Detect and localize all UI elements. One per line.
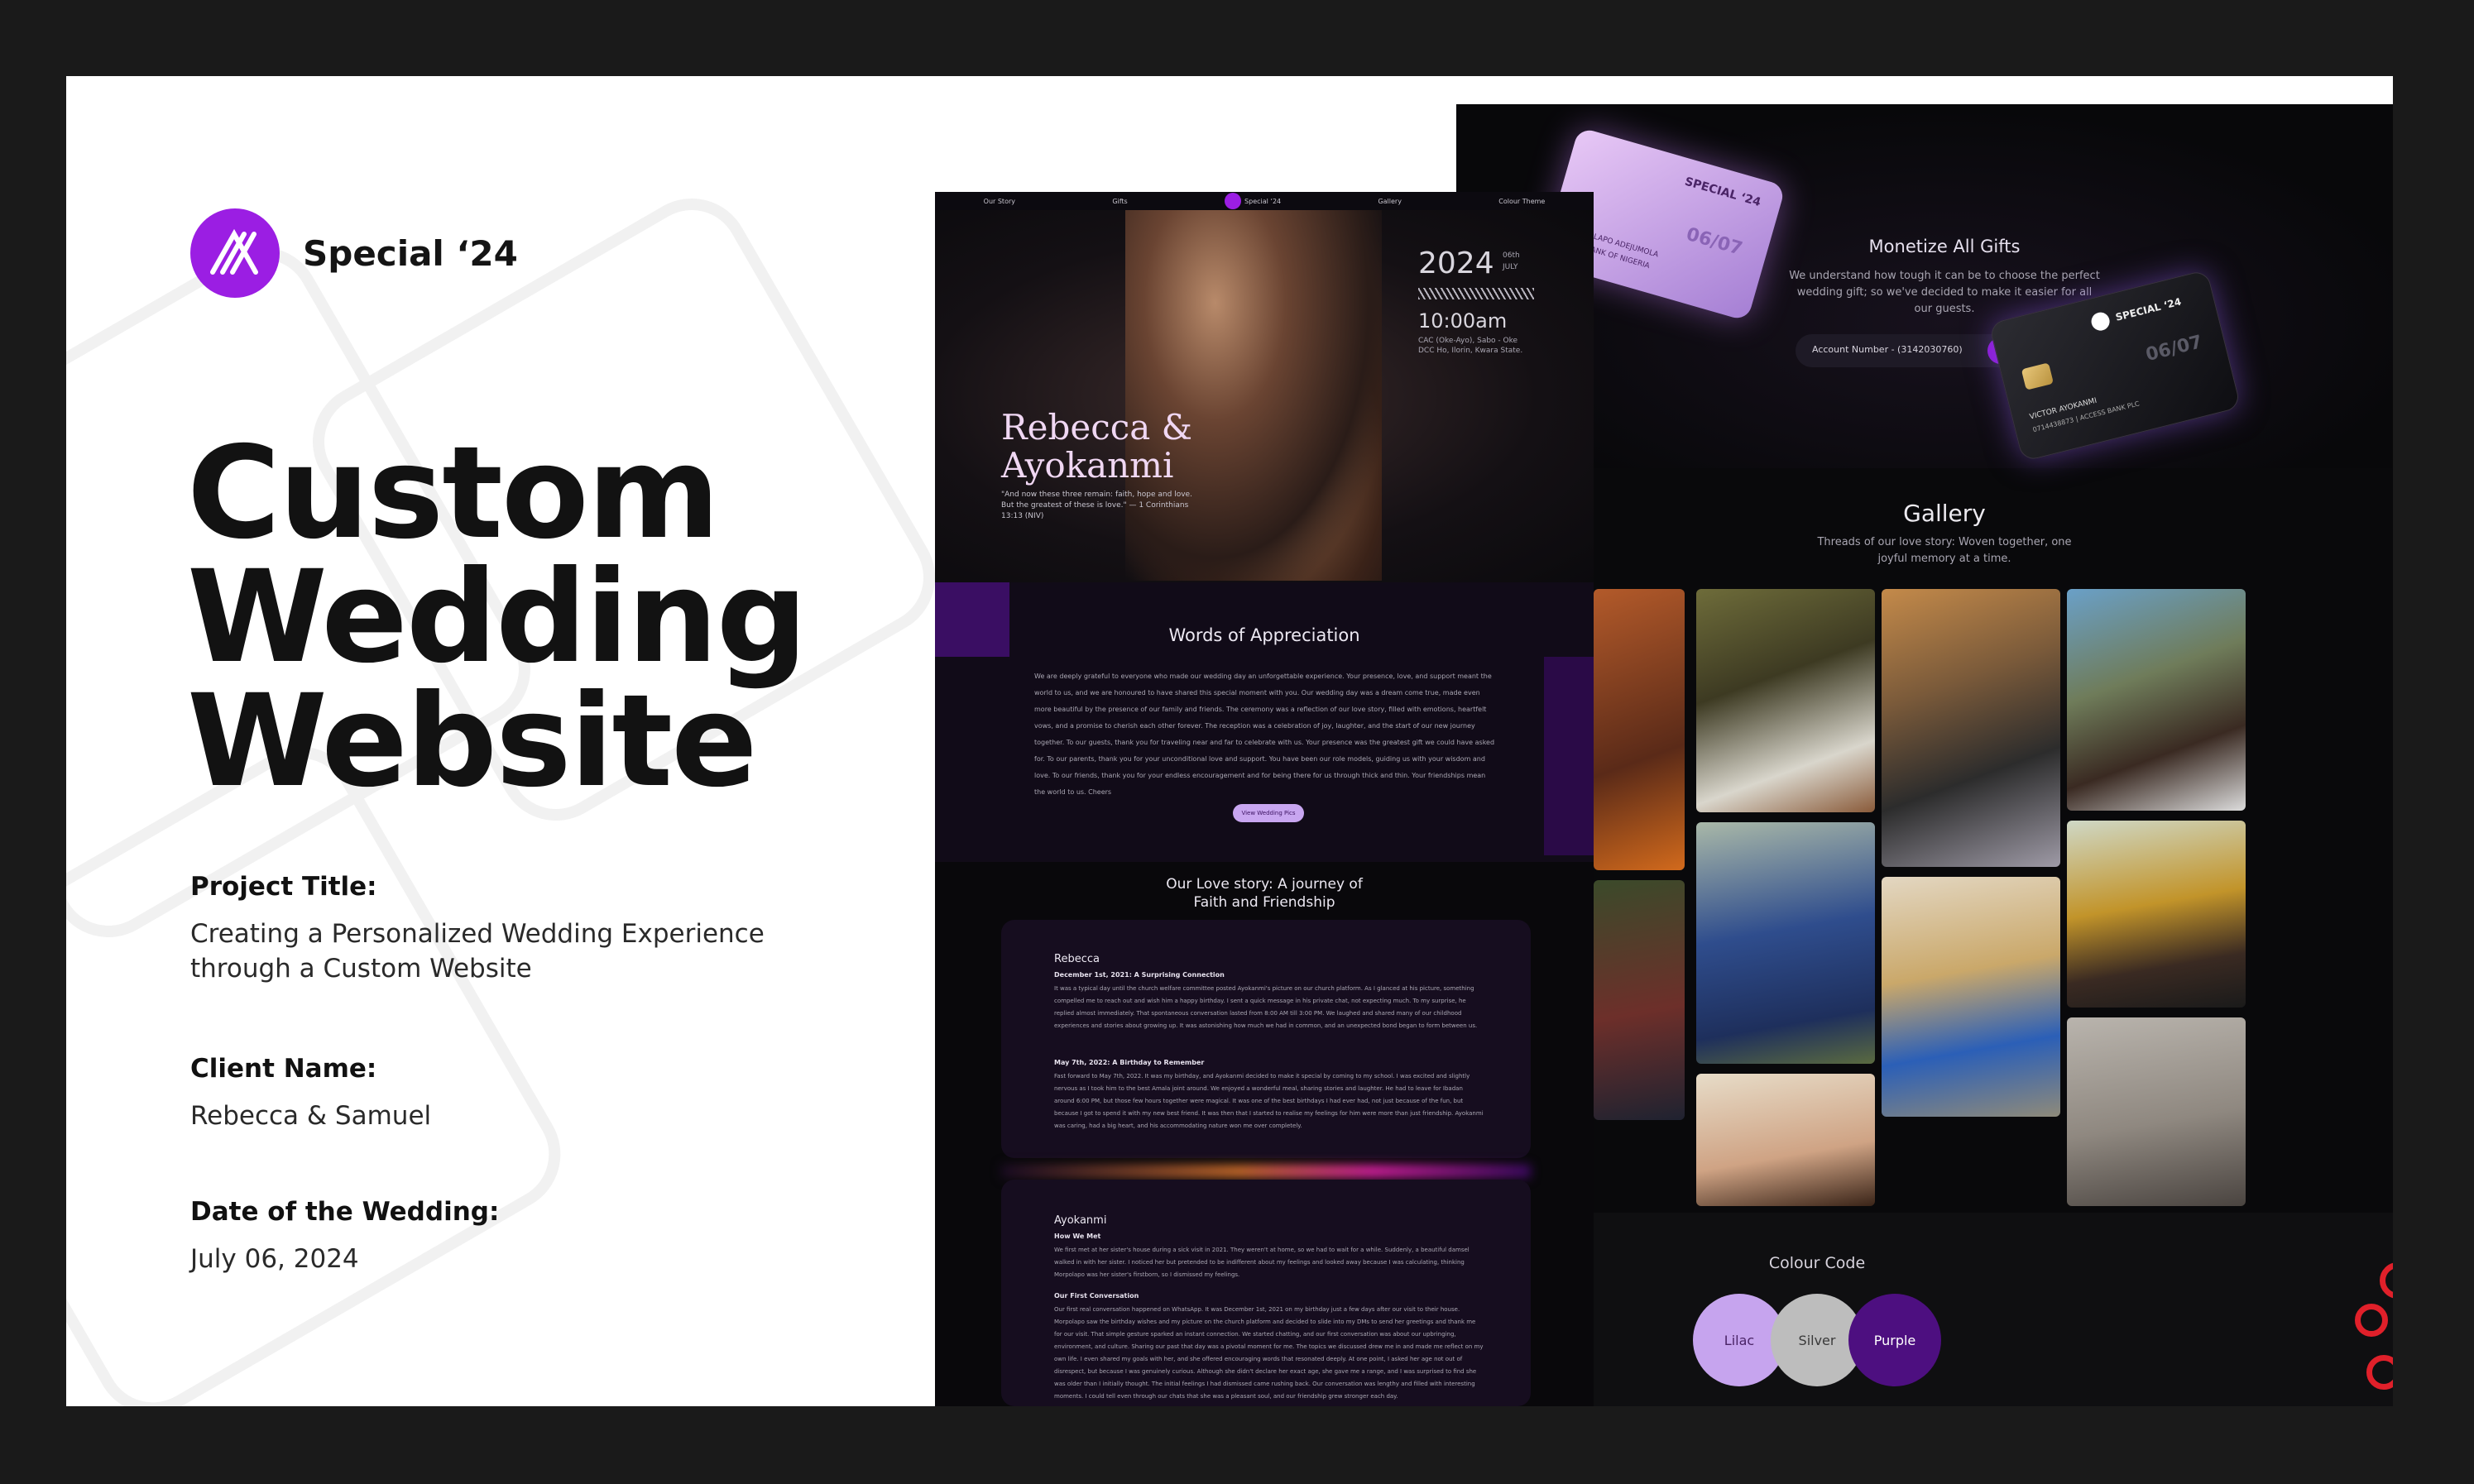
hero-month: JULY xyxy=(1503,263,1518,271)
mock-nav: Our Story Gifts Special ‘24 Gallery Colo… xyxy=(935,192,1594,210)
story-paragraph: We first met at her sister's house durin… xyxy=(1054,1247,1470,1278)
swatch-label: Silver xyxy=(1798,1332,1836,1348)
hero-title-line: Website xyxy=(187,668,758,816)
colour-code-section: Colour Code Lilac Silver Purple xyxy=(1594,1213,2393,1406)
account-number: Account Number - (3142030760) xyxy=(1812,344,1963,355)
website-mockup: Our Story Gifts Special ‘24 Gallery Colo… xyxy=(935,192,1594,1406)
purple-block xyxy=(1544,657,1594,855)
card-expiry: 06/07 xyxy=(1684,223,1745,260)
hero-title-line: Custom xyxy=(187,419,720,567)
brand-name: Special ‘24 xyxy=(303,232,518,274)
card-brand: SPECIAL ‘24 xyxy=(1683,175,1762,210)
appreciation-title: Words of Appreciation xyxy=(1168,625,1360,645)
hero-title-line: Wedding xyxy=(187,543,808,692)
gallery-photo[interactable] xyxy=(1882,877,2060,1117)
story-paragraph: Fast forward to May 7th, 2022. It was my… xyxy=(1054,1073,1484,1129)
story-heading: Our First Conversation xyxy=(1054,1292,1139,1300)
gallery-photo[interactable] xyxy=(1696,822,1875,1064)
story-heading: How We Met xyxy=(1054,1233,1101,1240)
nav-gallery[interactable]: Gallery xyxy=(1378,198,1402,205)
story-name: Rebecca xyxy=(1054,953,1100,965)
card-expiry: 06/07 xyxy=(2143,332,2205,366)
wedding-date-value: July 06, 2024 xyxy=(190,1244,359,1274)
card-brand: SPECIAL ‘24 xyxy=(2114,295,2183,323)
card-logo-icon xyxy=(2089,310,2112,333)
story-card-rebecca: Rebecca December 1st, 2021: A Surprising… xyxy=(1001,920,1531,1158)
presentation-slide: Special ‘24 Custom Wedding Website Proje… xyxy=(66,76,2393,1406)
hero-verse: "And now these three remain: faith, hope… xyxy=(1001,491,1192,520)
gallery-photo[interactable] xyxy=(1594,589,1685,870)
decorative-rings xyxy=(2347,1246,2393,1403)
gallery-title: Gallery xyxy=(1903,500,1986,527)
nav-colour-theme[interactable]: Colour Theme xyxy=(1498,198,1545,205)
brand: Special ‘24 xyxy=(190,208,518,298)
project-title-label: Project Title: xyxy=(190,872,377,902)
hero-divider xyxy=(1418,288,1534,299)
client-name-value: Rebecca & Samuel xyxy=(190,1101,432,1131)
love-story-title: Our Love story: A journey of Faith and F… xyxy=(1166,876,1363,911)
hero-venue: CAC (Oke-Ayo), Sabo - Oke DCC Ho, Ilorin… xyxy=(1418,337,1523,355)
nav-logo-icon xyxy=(1225,193,1242,209)
love-story-section: Our Love story: A journey of Faith and F… xyxy=(935,862,1594,1406)
view-pics-button[interactable]: View Wedding Pics xyxy=(1233,804,1304,822)
story-card-ayokanmi: Ayokanmi How We Met We first met at her … xyxy=(1001,1180,1531,1406)
swatch-label: Lilac xyxy=(1724,1332,1755,1348)
client-info: Client Name: Rebecca & Samuel xyxy=(190,1054,935,1133)
hero-title: Custom Wedding Website xyxy=(187,419,932,816)
gallery-photo[interactable] xyxy=(2067,1017,2246,1206)
hero-names: Rebecca & Ayokanmi xyxy=(1001,407,1193,486)
story-heading: December 1st, 2021: A Surprising Connect… xyxy=(1054,971,1225,979)
gallery-photo[interactable] xyxy=(2067,589,2246,811)
gallery-photo[interactable] xyxy=(1696,1074,1875,1206)
gifts-section: SPECIAL ‘24 06/07 MORPOLAPO ADEJUMOLA FI… xyxy=(1456,104,2393,468)
glow-divider xyxy=(1001,1165,1531,1178)
logo-icon xyxy=(190,208,280,298)
story-paragraph: Our first real conversation happened on … xyxy=(1054,1306,1484,1400)
nav-brand[interactable]: Special ‘24 xyxy=(1225,193,1281,209)
story-paragraph: It was a typical day until the church we… xyxy=(1054,985,1478,1029)
hero-day: 06th xyxy=(1503,251,1520,260)
hero-year: 2024 xyxy=(1418,247,1494,280)
hero-time: 10:00am xyxy=(1418,309,1508,333)
nav-our-story[interactable]: Our Story xyxy=(984,198,1015,205)
appreciation-body: We are deeply grateful to everyone who m… xyxy=(1034,673,1495,796)
nav-brand-label: Special ‘24 xyxy=(1244,197,1282,205)
wedding-date-label: Date of the Wedding: xyxy=(190,1197,500,1227)
gallery-photo[interactable] xyxy=(1594,880,1685,1120)
date-info: Date of the Wedding: July 06, 2024 xyxy=(190,1197,935,1276)
project-title-value: Creating a Personalized Wedding Experien… xyxy=(190,919,765,984)
story-name: Ayokanmi xyxy=(1054,1214,1107,1227)
project-info: Project Title: Creating a Personalized W… xyxy=(190,872,935,986)
colour-code-title: Colour Code xyxy=(1768,1254,1866,1272)
swatch-label: Purple xyxy=(1873,1332,1916,1348)
gallery-photo[interactable] xyxy=(1882,589,2060,867)
gifts-title: Monetize All Gifts xyxy=(1868,237,2021,256)
swatch-purple: Purple xyxy=(1848,1294,1941,1386)
purple-block xyxy=(935,582,1009,657)
mock-hero: Rebecca & Ayokanmi "And now these three … xyxy=(935,210,1594,582)
gallery-photo[interactable] xyxy=(2067,821,2246,1008)
story-heading: May 7th, 2022: A Birthday to Remember xyxy=(1054,1059,1205,1066)
client-name-label: Client Name: xyxy=(190,1054,377,1084)
appreciation-section: Words of Appreciation We are deeply grat… xyxy=(935,582,1594,862)
gifts-gallery-mockup: SPECIAL ‘24 06/07 MORPOLAPO ADEJUMOLA FI… xyxy=(1456,104,2393,1406)
couple-photo xyxy=(1125,210,1382,581)
gallery-subtitle: Threads of our love story: Woven togethe… xyxy=(1817,536,2072,565)
nav-gifts[interactable]: Gifts xyxy=(1112,198,1127,205)
gallery-photo[interactable] xyxy=(1696,589,1875,812)
card-chip-icon xyxy=(2021,362,2054,390)
